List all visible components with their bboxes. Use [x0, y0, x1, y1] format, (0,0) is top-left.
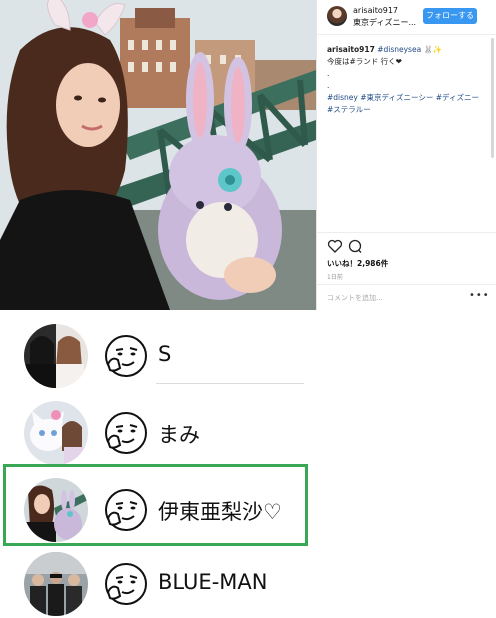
post-header: arisaito917 東京ディズニー... フォローする [317, 0, 496, 34]
comment-divider [317, 284, 496, 285]
caption-dot: . [327, 69, 330, 78]
caption-hashtag[interactable]: #disneysea 🐰✨ [377, 45, 442, 54]
smirk-face-sticker [105, 335, 147, 377]
chat-row-blue-man[interactable]: BLUE-MAN [0, 548, 320, 618]
avatar [24, 552, 88, 616]
post-sidebar: arisaito917 東京ディズニー... フォローする arisaito91… [316, 0, 496, 310]
post-date: 1日前 [327, 274, 343, 281]
caption-scrollbar[interactable] [491, 38, 494, 158]
avatar [24, 401, 88, 465]
contact-name: まみ [158, 423, 200, 447]
user-avatar[interactable] [327, 6, 347, 26]
post-photo[interactable] [0, 0, 316, 310]
post-caption: arisaito917 #disneysea 🐰✨ 今度は#ランド 行く❤ . … [327, 44, 487, 116]
follow-button[interactable]: フォローする [423, 8, 477, 24]
heart-icon[interactable] [327, 238, 343, 254]
add-comment-input[interactable]: コメントを追加... [327, 293, 383, 303]
instagram-post: arisaito917 東京ディズニー... フォローする arisaito91… [0, 0, 496, 310]
avatar [24, 324, 88, 388]
actions-divider [317, 232, 496, 233]
smirk-face-sticker [105, 563, 147, 605]
caption-hashtags[interactable]: #ステラルー [327, 104, 487, 116]
post-username[interactable]: arisaito917 [353, 6, 398, 15]
highlight-box [3, 464, 308, 546]
photo-illustration [0, 0, 316, 310]
more-icon[interactable]: ••• [469, 290, 490, 301]
chat-row-s[interactable]: S [0, 320, 320, 392]
post-location[interactable]: 東京ディズニー... [353, 17, 416, 28]
list-divider [156, 383, 304, 384]
smirk-face-sticker [105, 412, 147, 454]
caption-text: 今度は#ランド 行く❤ [327, 57, 402, 66]
contact-name: BLUE-MAN [158, 570, 268, 594]
chat-row-mami[interactable]: まみ [0, 397, 320, 469]
caption-dot: . [327, 81, 330, 90]
like-count[interactable]: いいね！2,986件 [327, 258, 388, 269]
caption-username[interactable]: arisaito917 [327, 45, 375, 54]
caption-hashtags[interactable]: #disney #東京ディズニーシー #ディズニー [327, 92, 487, 104]
comment-icon[interactable] [347, 238, 363, 254]
contact-name: S [158, 342, 172, 366]
header-divider [317, 34, 496, 35]
